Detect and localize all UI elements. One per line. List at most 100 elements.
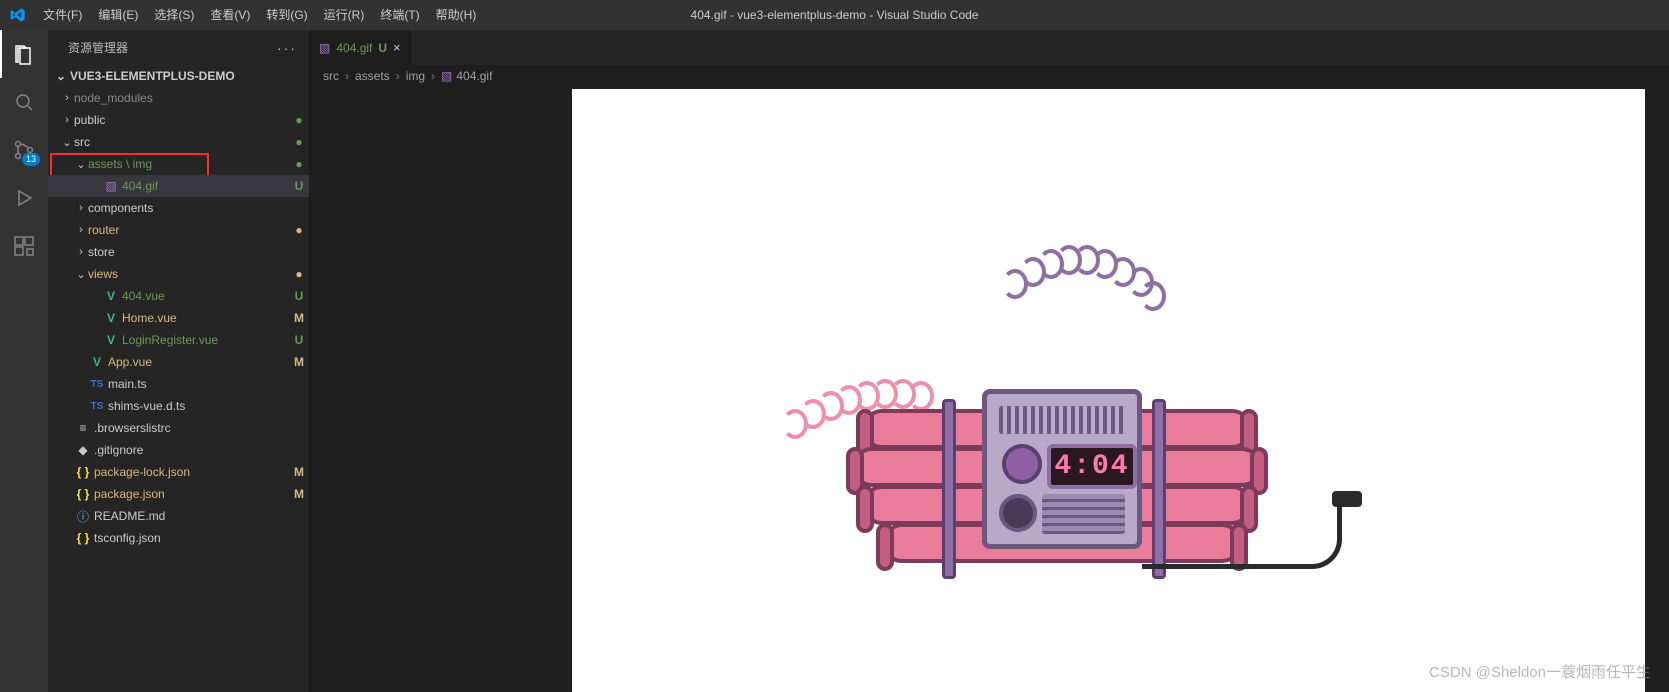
tree-label: tsconfig.json xyxy=(94,531,309,545)
git-status: U xyxy=(289,179,309,193)
menu-item-3[interactable]: 查看(V) xyxy=(202,0,258,30)
tree-label: components xyxy=(88,201,309,215)
breadcrumb-segment[interactable]: 404.gif xyxy=(456,69,492,83)
git-status: M xyxy=(289,465,309,479)
tree-file[interactable]: TSmain.ts xyxy=(48,373,309,395)
tree-label: Home.vue xyxy=(122,311,289,325)
close-icon[interactable]: × xyxy=(393,40,401,55)
image-preview: 4:04 xyxy=(572,89,1645,692)
menu-item-6[interactable]: 终端(T) xyxy=(372,0,427,30)
info-icon: ⓘ xyxy=(74,508,92,525)
search-icon[interactable] xyxy=(0,78,48,126)
tree-file[interactable]: ⓘREADME.md xyxy=(48,505,309,527)
tree-folder[interactable]: store xyxy=(48,241,309,263)
tree-label: package.json xyxy=(94,487,289,501)
tree-folder[interactable]: assets \ img● xyxy=(48,153,309,175)
tree-label: 404.gif xyxy=(122,179,289,193)
tree-file[interactable]: ≡.browserslistrc xyxy=(48,417,309,439)
git-status: M xyxy=(289,311,309,325)
tree-label: .gitignore xyxy=(94,443,309,457)
vue-icon: V xyxy=(102,311,120,325)
breadcrumbs[interactable]: src › assets › img › ▧ 404.gif xyxy=(309,65,1669,87)
vscode-logo-icon xyxy=(0,7,35,23)
chevron-icon xyxy=(60,92,74,104)
breadcrumb-segment[interactable]: assets xyxy=(355,69,390,83)
editor-area: ▧ 404.gif U × src › assets › img › ▧ 404.gif xyxy=(309,30,1669,692)
tree-label: README.md xyxy=(94,509,309,523)
ts-icon: TS xyxy=(88,401,106,412)
tree-file[interactable]: VLoginRegister.vueU xyxy=(48,329,309,351)
run-debug-icon[interactable] xyxy=(0,174,48,222)
tree-file[interactable]: { }tsconfig.json xyxy=(48,527,309,549)
tree-file[interactable]: { }package-lock.jsonM xyxy=(48,461,309,483)
tree-label: shims-vue.d.ts xyxy=(108,399,309,413)
chevron-right-icon: › xyxy=(345,69,349,83)
menu-item-2[interactable]: 选择(S) xyxy=(146,0,202,30)
chevron-icon xyxy=(74,158,88,171)
tree-label: store xyxy=(88,245,309,259)
tree-file[interactable]: V404.vueU xyxy=(48,285,309,307)
tree-file[interactable]: ◆.gitignore xyxy=(48,439,309,461)
json-icon: { } xyxy=(74,487,92,501)
menu-item-0[interactable]: 文件(F) xyxy=(35,0,90,30)
chevron-icon xyxy=(74,202,88,214)
menu-bar: 文件(F)编辑(E)选择(S)查看(V)转到(G)运行(R)终端(T)帮助(H)… xyxy=(0,0,1669,30)
window-title: 404.gif - vue3-elementplus-demo - Visual… xyxy=(691,8,979,22)
source-control-icon[interactable]: 13 xyxy=(0,126,48,174)
tree-label: 404.vue xyxy=(122,289,289,303)
tab-404gif[interactable]: ▧ 404.gif U × xyxy=(309,30,412,65)
vue-icon: V xyxy=(88,355,106,369)
git-dot-icon: ● xyxy=(289,223,309,237)
sidebar-more-icon[interactable]: ··· xyxy=(277,40,297,56)
tree-file[interactable]: VApp.vueM xyxy=(48,351,309,373)
chevron-icon xyxy=(74,246,88,258)
image-file-icon: ▧ xyxy=(441,69,452,83)
menu-item-5[interactable]: 运行(R) xyxy=(316,0,373,30)
tree-folder[interactable]: router● xyxy=(48,219,309,241)
tree-file[interactable]: TSshims-vue.d.ts xyxy=(48,395,309,417)
tree-label: assets \ img xyxy=(88,157,289,171)
tree-folder[interactable]: src● xyxy=(48,131,309,153)
tree-folder[interactable]: views● xyxy=(48,263,309,285)
image-file-icon: ▧ xyxy=(319,41,330,55)
breadcrumb-segment[interactable]: src xyxy=(323,69,339,83)
ts-icon: TS xyxy=(88,379,106,390)
tree-folder[interactable]: public● xyxy=(48,109,309,131)
extensions-icon[interactable] xyxy=(0,222,48,270)
menu-item-7[interactable]: 帮助(H) xyxy=(428,0,485,30)
tree-folder[interactable]: node_modules xyxy=(48,87,309,109)
chevron-right-icon: › xyxy=(396,69,400,83)
bomb-illustration: 4:04 xyxy=(852,279,1412,579)
tree-label: main.ts xyxy=(108,377,309,391)
scm-badge: 13 xyxy=(22,153,40,166)
menu-item-1[interactable]: 编辑(E) xyxy=(90,0,146,30)
file-tree: node_modulespublic●src●assets \ img●▧404… xyxy=(48,87,309,692)
tree-file[interactable]: VHome.vueM xyxy=(48,307,309,329)
git-status: U xyxy=(289,333,309,347)
activity-bar: 13 xyxy=(0,30,48,692)
vue-icon: V xyxy=(102,333,120,347)
menu-item-4[interactable]: 转到(G) xyxy=(258,0,315,30)
tree-label: .browserslistrc xyxy=(94,421,309,435)
chevron-right-icon: › xyxy=(431,69,435,83)
tree-label: node_modules xyxy=(74,91,309,105)
gif-icon: ▧ xyxy=(102,179,120,193)
breadcrumb-segment[interactable]: img xyxy=(406,69,425,83)
tree-folder[interactable]: components xyxy=(48,197,309,219)
watermark-text: CSDN @Sheldon一蓑烟雨任平生 xyxy=(1429,661,1651,682)
json-icon: { } xyxy=(74,465,92,479)
tab-bar: ▧ 404.gif U × xyxy=(309,30,1669,65)
git-dot-icon: ● xyxy=(289,135,309,149)
git-dot-icon: ● xyxy=(289,267,309,281)
display-value: 4:04 xyxy=(1054,451,1129,482)
chevron-icon xyxy=(60,114,74,126)
sidebar-title: 资源管理器 xyxy=(68,39,128,56)
json-icon: { } xyxy=(74,531,92,545)
tree-file[interactable]: { }package.jsonM xyxy=(48,483,309,505)
git-status: M xyxy=(289,487,309,501)
git-icon: ◆ xyxy=(74,443,92,457)
tree-label: LoginRegister.vue xyxy=(122,333,289,347)
tree-file[interactable]: ▧404.gifU xyxy=(48,175,309,197)
explorer-icon[interactable] xyxy=(0,30,48,78)
project-header[interactable]: VUE3-ELEMENTPLUS-DEMO xyxy=(48,65,309,87)
